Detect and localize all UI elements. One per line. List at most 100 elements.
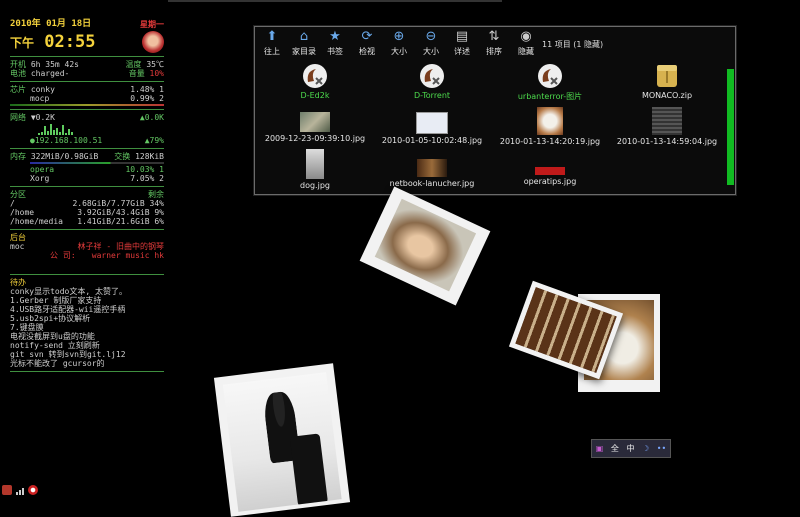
file-item[interactable]: D-Ed2k	[260, 63, 370, 100]
image-thumbnail	[652, 107, 682, 135]
mem-value: 322MiB/0.98GiB	[30, 152, 99, 161]
hidden-toggle-button[interactable]: ◉ 隐藏	[509, 30, 543, 57]
file-name: MONACO.zip	[641, 91, 693, 100]
file-item[interactable]: MONACO.zip	[612, 63, 722, 100]
battery-value: charged-	[30, 69, 70, 78]
refresh-icon: ⟳	[361, 29, 373, 44]
sort-button[interactable]: ⇅ 排序	[477, 30, 511, 57]
folder-link-icon	[420, 64, 444, 88]
zoom-out-button[interactable]: ⊖ 大小	[414, 30, 448, 57]
net-ip: ●192.168.100.51	[30, 136, 103, 145]
desktop-photo-baby[interactable]	[359, 186, 491, 306]
moon-icon[interactable]: ☽	[642, 444, 649, 453]
divider	[10, 148, 164, 149]
todo-line: 光标不能改了 gcursor的	[10, 359, 105, 368]
file-item[interactable]: 2010-01-13-14:20:19.jpg	[495, 107, 605, 146]
file-name: dog.jpg	[300, 181, 330, 190]
file-item[interactable]: 2010-01-13-14:59:04.jpg	[612, 107, 722, 146]
details-icon: ▤	[455, 29, 469, 44]
disk-usage: 1.41GiB/21.6GiB 6%	[77, 217, 164, 226]
image-thumbnail	[300, 112, 330, 132]
mem-proc-name: Xorg	[30, 174, 50, 183]
up-button[interactable]: ⬆ 往上	[255, 30, 289, 57]
disk-label: 分区	[10, 190, 26, 199]
top-strip	[168, 0, 502, 2]
home-button[interactable]: ⌂ 家目录	[287, 30, 321, 57]
bookmarks-button-label: 书签	[327, 47, 343, 56]
song-title: 林子祥 - 旧曲中的钢琴	[77, 242, 164, 251]
scrollbar[interactable]	[727, 69, 734, 185]
desktop-photo-woman[interactable]	[213, 363, 351, 517]
signal-icon[interactable]	[16, 488, 24, 495]
net-down: ▼0.2K	[30, 113, 55, 122]
clock: 下午 02:55	[10, 33, 95, 52]
file-item[interactable]: 2009-12-23-09:39:10.jpg	[260, 112, 370, 143]
file-item[interactable]: urbanterror-图片	[495, 63, 605, 102]
sort-icon: ⇅	[488, 29, 500, 44]
view-button[interactable]: ⟳ 检视	[350, 30, 384, 57]
todo-line: 电视没截屏到u盘的功能	[10, 332, 95, 341]
full-width-toggle[interactable]: 全	[611, 443, 619, 454]
zip-archive-icon	[657, 65, 677, 87]
file-manager-window[interactable]: ⬆ 往上 ⌂ 家目录 ★ 书签 ⟳ 检视 ⊕ 大小 ⊖ 大小 ▤ 详述 ⇅ 排序 ◉ 隐藏 11 …	[254, 26, 736, 195]
file-name: D-Torrent	[413, 91, 451, 100]
folder-link-icon	[538, 64, 562, 88]
divider	[10, 274, 164, 275]
battery-label: 电池	[10, 69, 26, 78]
disk-usage: 2.68GiB/7.77GiB 34%	[72, 199, 164, 208]
disk-mount: /home/media	[10, 217, 63, 226]
cpu-proc-pct: 1.48%	[130, 85, 155, 94]
company-label: 公 司:	[50, 251, 76, 260]
todo-line: conky显示todo文本, 太赞了。	[10, 287, 127, 296]
mem-proc-pct: 10.03%	[125, 165, 155, 174]
file-name: 2009-12-23-09:39:10.jpg	[264, 134, 366, 143]
ime-logo-icon: ▣	[595, 444, 604, 453]
mem-bar	[30, 162, 164, 164]
view-button-label: 检视	[359, 47, 375, 56]
app-icon[interactable]	[2, 485, 12, 495]
weekday: 星期一	[140, 20, 164, 29]
zoom-in-icon: ⊕	[393, 29, 405, 44]
file-name: 2010-01-05-10:02:48.jpg	[381, 136, 483, 145]
volume-value: 10%	[149, 69, 164, 78]
net-signal: ▲79%	[144, 136, 164, 145]
todo-line: 5.usb2spi+协议解析	[10, 314, 91, 323]
todo-line: git svn 转到svn到git.lj12	[10, 350, 126, 359]
photo-image	[374, 198, 477, 292]
file-name: 2010-01-13-14:20:19.jpg	[499, 137, 601, 146]
divider	[10, 109, 164, 110]
image-thumbnail	[417, 159, 447, 177]
chinese-mode-toggle[interactable]: 中	[626, 443, 634, 454]
zoom-out-label: 大小	[423, 47, 439, 56]
up-arrow-icon: ⬆	[266, 29, 278, 44]
image-thumbnail	[416, 112, 448, 134]
swap-label: 交换	[114, 152, 131, 161]
disk-usage: 3.92GiB/43.4GiB 9%	[77, 208, 164, 217]
sort-button-label: 排序	[486, 47, 502, 56]
todo-label: 待办	[10, 278, 26, 287]
zoom-in-label: 大小	[391, 47, 407, 56]
folder-link-icon	[303, 64, 327, 88]
file-item[interactable]: netbook-lanucher.jpg	[377, 159, 487, 188]
divider	[10, 371, 164, 372]
file-item[interactable]: D-Torrent	[377, 63, 487, 100]
disk-free-label: 剩余	[148, 190, 164, 199]
clock-time: 02:55	[44, 31, 96, 52]
zoom-in-button[interactable]: ⊕ 大小	[382, 30, 416, 57]
photo-image	[222, 372, 342, 512]
bookmarks-button[interactable]: ★ 书签	[318, 30, 352, 57]
file-item[interactable]: 2010-01-05-10:02:48.jpg	[377, 112, 487, 145]
mem-proc-rank: 1	[159, 165, 164, 174]
file-item[interactable]: dog.jpg	[260, 149, 370, 190]
details-button[interactable]: ▤ 详述	[445, 30, 479, 57]
file-name: D-Ed2k	[300, 91, 330, 100]
input-method-tray[interactable]: ▣ 全 中 ☽ ••	[591, 439, 671, 458]
todo-line: 7.键盘膜	[10, 323, 44, 332]
cpu-label: 芯片	[10, 85, 26, 94]
file-item[interactable]: operatips.jpg	[495, 167, 605, 186]
dots-icon[interactable]: ••	[657, 444, 666, 453]
network-manager-icon[interactable]	[28, 485, 38, 495]
uptime-label: 开机	[10, 60, 26, 69]
bottom-left-tray	[2, 485, 38, 495]
zoom-out-icon: ⊖	[425, 29, 437, 44]
